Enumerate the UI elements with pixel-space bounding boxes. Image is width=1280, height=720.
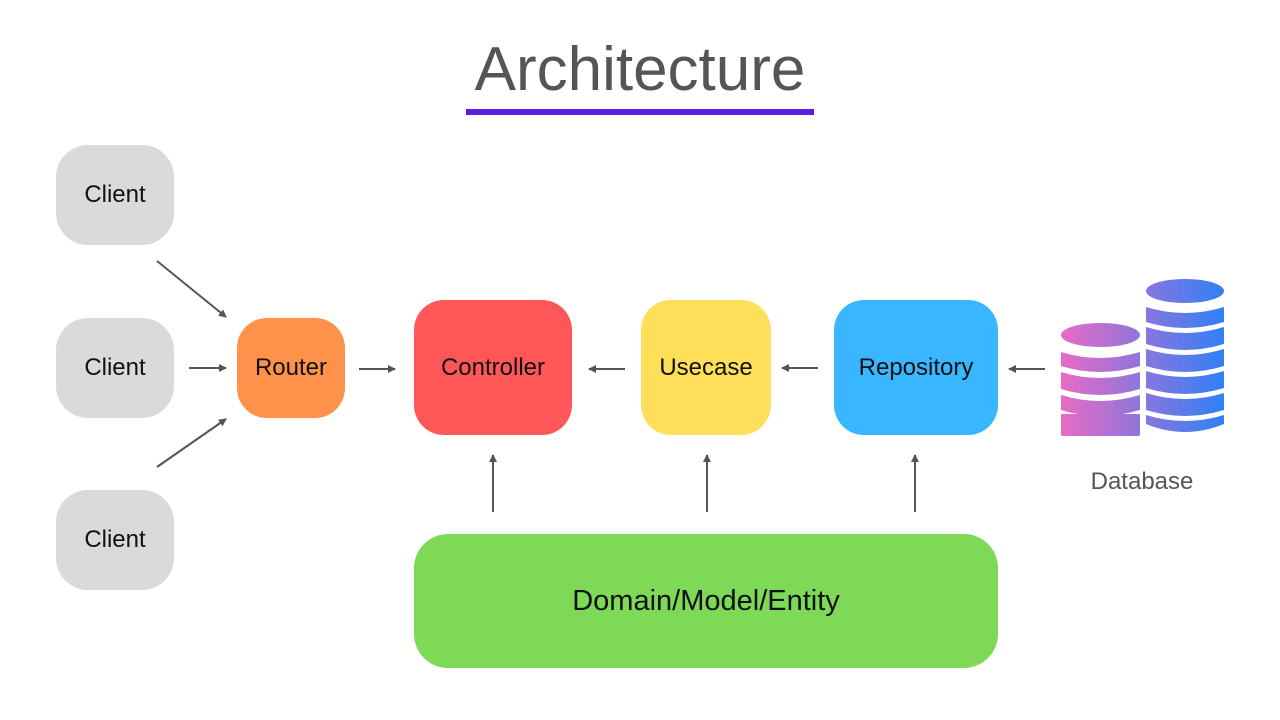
arrow-client-top-to-router [156, 260, 227, 318]
diagram-connectors [156, 260, 1224, 512]
database-small-stack [1061, 323, 1140, 436]
database-tall-stack [1146, 279, 1224, 432]
database-stack-icon [1061, 279, 1224, 436]
arrow-client-bottom-to-router [156, 418, 227, 468]
